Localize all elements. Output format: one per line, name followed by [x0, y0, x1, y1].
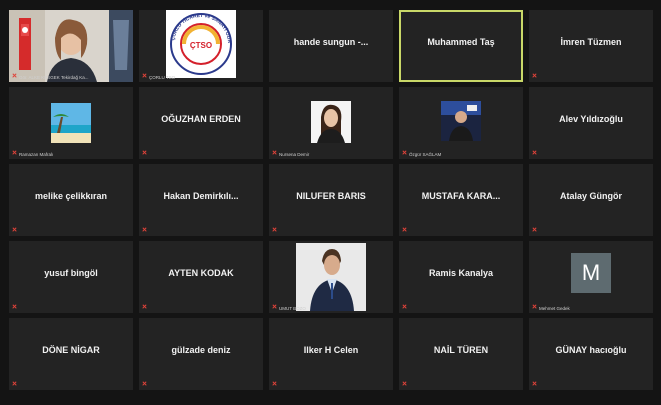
participant-tile[interactable]: yusuf bingöl [9, 241, 133, 313]
participant-name: Atalay Güngör [559, 191, 622, 201]
participant-tile[interactable]: Hakan Demirkılı... [139, 164, 263, 236]
mic-muted-icon [532, 73, 537, 79]
mic-muted-icon [402, 304, 407, 310]
participant-tile[interactable]: UMUT BOZO [269, 241, 393, 313]
participant-label: Ramazan Mafralı [19, 152, 54, 157]
profile-picture-woman [311, 101, 351, 143]
mic-muted-icon [142, 150, 147, 156]
participant-label: ÇORLU TSO [149, 75, 176, 80]
participant-tile[interactable]: Alev Yıldızoğlu [529, 87, 653, 159]
participant-name: OĞUZHAN ERDEN [161, 114, 241, 124]
mic-muted-icon [12, 227, 17, 233]
mic-muted-icon [402, 227, 407, 233]
gallery-grid: Gör. ALKE KESGEK Tekirdağ Ka... ÇTSO ÇOR… [9, 10, 655, 391]
participant-video [9, 10, 133, 82]
logo-center-text: ÇTSO [190, 41, 212, 50]
mic-muted-icon [142, 304, 147, 310]
mic-muted-icon [142, 73, 147, 79]
participant-name: gülzade deniz [171, 345, 231, 355]
mic-muted-icon [12, 304, 17, 310]
participant-tile[interactable]: MUSTAFA KARA... [399, 164, 523, 236]
mic-muted-icon [402, 381, 407, 387]
participant-name: DÖNE NİGAR [42, 345, 100, 355]
participant-name: NAİL TÜREN [433, 345, 489, 355]
mic-muted-icon [12, 150, 17, 156]
participant-name: NILUFER BARIS [296, 191, 366, 201]
mic-muted-icon [272, 381, 277, 387]
mic-muted-icon [402, 150, 407, 156]
profile-picture-man-suit [296, 243, 366, 311]
mic-muted-icon [142, 381, 147, 387]
mic-muted-icon [272, 150, 277, 156]
participant-tile[interactable]: OĞUZHAN ERDEN [139, 87, 263, 159]
participant-tile[interactable]: Özgür SAĞLAM [399, 87, 523, 159]
participant-name: MUSTAFA KARA... [421, 191, 501, 201]
mic-muted-icon [142, 227, 147, 233]
mic-muted-icon [12, 381, 17, 387]
participant-tile[interactable]: NAİL TÜREN [399, 318, 523, 390]
participant-tile[interactable]: Ramis Kanalya [399, 241, 523, 313]
mic-muted-icon [12, 73, 17, 79]
participant-name: İmren Tüzmen [560, 37, 622, 47]
participant-tile[interactable]: GÜNAY hacıoğlu [529, 318, 653, 390]
participant-name: yusuf bingöl [44, 268, 98, 278]
participant-tile[interactable]: Atalay Güngör [529, 164, 653, 236]
participant-tile-active-speaker[interactable]: Muhammed Taş [399, 10, 523, 82]
participant-name: hande sungun -... [293, 37, 369, 47]
participant-label: UMUT BOZO [279, 306, 306, 311]
profile-picture-beach [51, 103, 91, 143]
participant-tile[interactable]: Nursena Demir [269, 87, 393, 159]
chamber-logo: ÇTSO ÇORLU TİCARET ve SANAYİ ODASI [166, 10, 236, 78]
participant-tile[interactable]: ÇTSO ÇORLU TİCARET ve SANAYİ ODASI ÇORLU… [139, 10, 263, 82]
participant-tile[interactable]: İmren Tüzmen [529, 10, 653, 82]
participant-tile[interactable]: Gör. ALKE KESGEK Tekirdağ Ka... [9, 10, 133, 82]
participant-label: Nursena Demir [279, 152, 310, 157]
mic-muted-icon [532, 381, 537, 387]
participant-tile[interactable]: melike çelikkıran [9, 164, 133, 236]
participant-name: Muhammed Taş [427, 37, 495, 47]
participant-tile[interactable]: Ilker H Celen [269, 318, 393, 390]
participant-name: Alev Yıldızoğlu [559, 114, 623, 124]
participant-tile[interactable]: AYTEN KODAK [139, 241, 263, 313]
participant-name: Ilker H Celen [303, 345, 359, 355]
participant-name: AYTEN KODAK [168, 268, 234, 278]
mic-muted-icon [272, 304, 277, 310]
participant-label: Gör. ALKE KESGEK Tekirdağ Ka... [19, 75, 89, 80]
participant-label: Mehmet Gedek [539, 306, 570, 311]
initial-avatar: M [571, 253, 611, 293]
mic-muted-icon [532, 304, 537, 310]
participant-name: melike çelikkıran [34, 191, 108, 201]
participant-tile[interactable]: gülzade deniz [139, 318, 263, 390]
participant-name: Hakan Demirkılı... [163, 191, 239, 201]
participant-tile[interactable]: NILUFER BARIS [269, 164, 393, 236]
participant-name: Ramis Kanalya [428, 268, 494, 278]
participant-tile[interactable]: hande sungun -... [269, 10, 393, 82]
mic-muted-icon [532, 150, 537, 156]
participant-tile[interactable]: M Mehmet Gedek [529, 241, 653, 313]
profile-picture-man [441, 101, 481, 141]
participant-name: GÜNAY hacıoğlu [555, 345, 627, 355]
participant-tile[interactable]: DÖNE NİGAR [9, 318, 133, 390]
participant-label: Özgür SAĞLAM [409, 152, 442, 157]
participant-tile[interactable]: Ramazan Mafralı [9, 87, 133, 159]
mic-muted-icon [272, 227, 277, 233]
mic-muted-icon [532, 227, 537, 233]
